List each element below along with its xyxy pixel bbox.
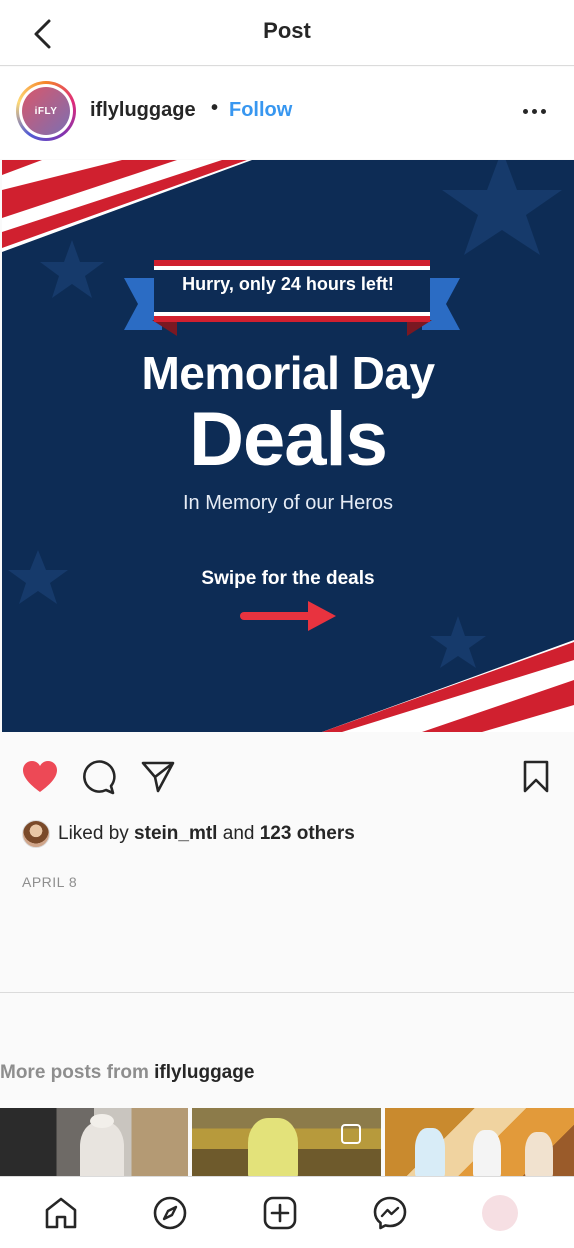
bookmark-icon bbox=[523, 760, 549, 793]
bottom-tab-bar bbox=[0, 1176, 574, 1248]
home-icon bbox=[45, 1197, 77, 1229]
share-button[interactable] bbox=[138, 757, 178, 797]
post-date: APRIL 8 bbox=[22, 874, 78, 890]
swipe-cta: Swipe for the deals bbox=[201, 568, 375, 589]
more-posts-heading: More posts from iflyluggage bbox=[0, 1062, 255, 1083]
tab-messenger[interactable] bbox=[370, 1193, 410, 1233]
comment-button[interactable] bbox=[78, 757, 118, 797]
post-username[interactable]: iflyluggage bbox=[90, 99, 196, 122]
post-thumbnail[interactable] bbox=[385, 1108, 574, 1176]
post-image[interactable]: Hurry, only 24 hours left! Memorial Day … bbox=[2, 160, 574, 732]
account-avatar[interactable]: iFLY bbox=[16, 81, 76, 141]
ribbon-text: Hurry, only 24 hours left! bbox=[182, 274, 394, 294]
profile-avatar bbox=[482, 1195, 518, 1231]
follow-button[interactable]: Follow bbox=[229, 99, 292, 122]
multiple-posts-icon bbox=[341, 1124, 361, 1144]
post-actions-section: Liked by stein_mtl and 123 others APRIL … bbox=[0, 733, 574, 993]
send-icon bbox=[141, 761, 175, 793]
like-button[interactable] bbox=[20, 757, 60, 797]
image-subline: In Memory of our Heros bbox=[182, 492, 394, 514]
tab-explore[interactable] bbox=[150, 1193, 190, 1233]
ellipsis-icon bbox=[522, 108, 528, 114]
liked-by-text: Liked by stein_mtl and 123 others bbox=[58, 823, 355, 844]
liked-by-user[interactable]: stein_mtl bbox=[134, 823, 217, 844]
liked-by-others[interactable]: 123 others bbox=[260, 823, 355, 844]
post-thumbnail[interactable] bbox=[0, 1108, 188, 1176]
tab-new-post[interactable] bbox=[260, 1193, 300, 1233]
brand-logo: iFLY bbox=[22, 87, 70, 135]
more-posts-grid bbox=[0, 1108, 574, 1176]
post-thumbnail[interactable] bbox=[192, 1108, 381, 1176]
tab-home[interactable] bbox=[41, 1193, 81, 1233]
top-bar: Post bbox=[0, 0, 574, 66]
comment-icon bbox=[83, 760, 116, 795]
liked-by-avatar[interactable] bbox=[22, 820, 50, 848]
heart-filled-icon bbox=[23, 761, 57, 792]
explore-icon bbox=[153, 1196, 187, 1230]
messenger-icon bbox=[373, 1196, 407, 1230]
new-post-icon bbox=[263, 1196, 297, 1230]
post-header: iFLY iflyluggage • Follow bbox=[0, 67, 574, 159]
page-title: Post bbox=[263, 18, 311, 43]
save-button[interactable] bbox=[516, 757, 556, 797]
more-options-button[interactable] bbox=[518, 101, 550, 121]
tab-profile[interactable] bbox=[480, 1193, 520, 1233]
separator-dot: • bbox=[211, 97, 219, 119]
more-posts-username[interactable]: iflyluggage bbox=[154, 1062, 254, 1083]
headline-line1: Memorial Day bbox=[141, 347, 435, 399]
headline-line2: Deals bbox=[189, 397, 388, 482]
